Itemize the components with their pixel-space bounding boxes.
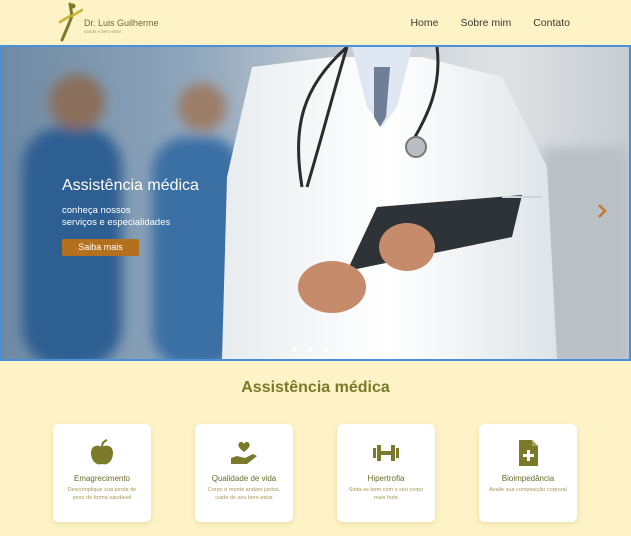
- card-description: Corpo e mente andam juntos, cuide do seu…: [207, 487, 281, 501]
- card-bioimpedancia[interactable]: Bioimpedância Avalie sua composição corp…: [479, 424, 577, 522]
- card-hipertrofia[interactable]: Hipertrofia Sinta-se bem com o seu corpo…: [337, 424, 435, 522]
- chevron-right-icon[interactable]: [595, 202, 609, 220]
- card-qualidade-de-vida[interactable]: Qualidade de vida Corpo e mente andam ju…: [195, 424, 293, 522]
- service-cards: Emagrecimento Descomplique sua perda de …: [53, 424, 583, 524]
- doctor-hero-image: [22, 47, 629, 359]
- carousel-dot-2[interactable]: [308, 347, 313, 352]
- nav-sobre-mim[interactable]: Sobre mim: [460, 17, 511, 29]
- main-nav: Home Sobre mim Contato: [410, 17, 570, 29]
- brand-name: Dr. Luis Guilherme: [84, 18, 159, 28]
- brand-logo[interactable]: Dr. Luis Guilherme saúde e bem estar: [56, 2, 166, 44]
- carousel-indicators: [292, 347, 329, 352]
- card-title: Emagrecimento: [73, 474, 131, 483]
- dumbbell-icon: [373, 445, 399, 461]
- hero-carousel: Assistência médica conheça nossos serviç…: [0, 45, 631, 361]
- card-description: Avalie sua composição corporal: [489, 487, 567, 493]
- hero-title: Assistência médica: [62, 177, 199, 194]
- card-title: Qualidade de vida: [211, 474, 277, 483]
- card-description: Sinta-se bem com o seu corpo mais forte: [348, 487, 424, 501]
- saiba-mais-button[interactable]: Saiba mais: [62, 239, 139, 256]
- medical-file-icon: [519, 440, 538, 466]
- section-title: Assistência médica: [241, 379, 390, 396]
- carousel-dot-3[interactable]: [324, 347, 329, 352]
- brand-tagline: saúde e bem estar: [84, 29, 122, 34]
- runner-logo-icon: [58, 2, 84, 42]
- hero-subtitle-line2: serviços e especialidades: [62, 217, 171, 228]
- site-header: Dr. Luis Guilherme saúde e bem estar Hom…: [0, 0, 631, 46]
- hero-subtitle-line1: conheça nossos: [62, 205, 131, 216]
- hand-heart-icon: [231, 441, 257, 464]
- apple-icon: [91, 439, 113, 465]
- carousel-dot-1[interactable]: [292, 347, 297, 352]
- card-emagrecimento[interactable]: Emagrecimento Descomplique sua perda de …: [53, 424, 151, 522]
- card-description: Descomplique sua perda de peso de forma …: [67, 487, 137, 501]
- nav-contato[interactable]: Contato: [533, 17, 570, 29]
- nav-home[interactable]: Home: [410, 17, 438, 29]
- card-title: Bioimpedância: [501, 474, 555, 483]
- card-title: Hipertrofia: [367, 474, 405, 483]
